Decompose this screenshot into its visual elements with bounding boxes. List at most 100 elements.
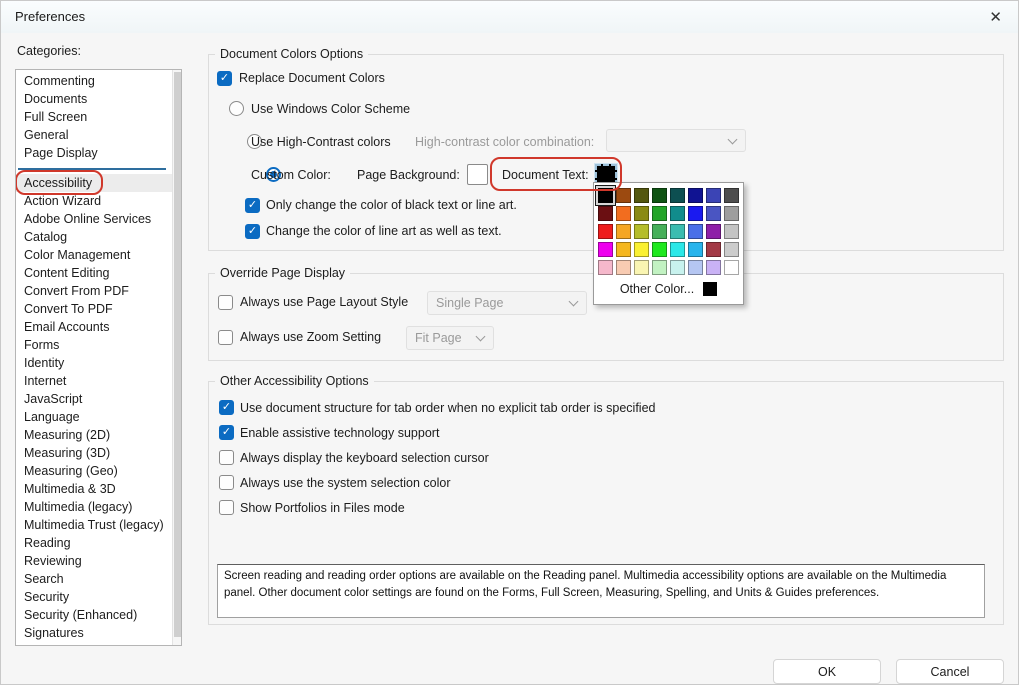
page-background-swatch[interactable] [467, 164, 488, 185]
use-high-contrast-label: Use High-Contrast colors [251, 134, 391, 150]
sidebar-item-measuring-2d[interactable]: Measuring (2D) [16, 426, 172, 444]
sidebar-item-accessibility[interactable]: Accessibility [16, 174, 172, 192]
color-swatch[interactable] [724, 242, 739, 257]
color-swatch[interactable] [688, 260, 703, 275]
sidebar-item-javascript[interactable]: JavaScript [16, 390, 172, 408]
scrollbar-thumb[interactable] [174, 72, 181, 637]
sidebar-item-content-editing[interactable]: Content Editing [16, 264, 172, 282]
color-swatch[interactable] [724, 206, 739, 221]
checkbox[interactable] [219, 475, 234, 490]
color-swatch[interactable] [670, 242, 685, 257]
page-layout-select[interactable]: Single Page [427, 291, 587, 315]
color-swatch[interactable] [598, 206, 613, 221]
sidebar-item-general[interactable]: General [16, 126, 172, 144]
checkbox[interactable] [219, 450, 234, 465]
checkbox[interactable] [219, 400, 234, 415]
page-layout-value: Single Page [436, 296, 503, 310]
color-swatch[interactable] [616, 206, 631, 221]
color-swatch[interactable] [706, 206, 721, 221]
close-icon[interactable]: ✕ [983, 6, 1008, 28]
option-row: Use document structure for tab order whe… [219, 400, 656, 415]
color-swatch[interactable] [706, 242, 721, 257]
color-swatch[interactable] [688, 224, 703, 239]
sidebar-item-commenting[interactable]: Commenting [16, 72, 172, 90]
color-swatch[interactable] [598, 260, 613, 275]
sidebar-item-forms[interactable]: Forms [16, 336, 172, 354]
sidebar-item-internet[interactable]: Internet [16, 372, 172, 390]
sidebar-item-multimedia-3d[interactable]: Multimedia & 3D [16, 480, 172, 498]
current-color-swatch [703, 282, 717, 296]
color-swatch[interactable] [688, 206, 703, 221]
color-swatch[interactable] [706, 224, 721, 239]
scrollbar[interactable] [172, 70, 181, 645]
color-swatch[interactable] [670, 188, 685, 203]
color-swatch[interactable] [616, 188, 631, 203]
sidebar-item-multimedia-trust-legacy[interactable]: Multimedia Trust (legacy) [16, 516, 172, 534]
sidebar-item-action-wizard[interactable]: Action Wizard [16, 192, 172, 210]
sidebar-item-search[interactable]: Search [16, 570, 172, 588]
color-swatch[interactable] [598, 224, 613, 239]
color-swatch[interactable] [634, 188, 649, 203]
custom-color-label: Custom Color: [251, 167, 331, 183]
checkbox[interactable] [219, 425, 234, 440]
sidebar-item-convert-to-pdf[interactable]: Convert To PDF [16, 300, 172, 318]
sidebar-item-multimedia-legacy[interactable]: Multimedia (legacy) [16, 498, 172, 516]
color-swatch[interactable] [670, 224, 685, 239]
checkbox[interactable] [219, 500, 234, 515]
color-swatch[interactable] [634, 242, 649, 257]
color-swatch[interactable] [616, 260, 631, 275]
color-swatch[interactable] [724, 224, 739, 239]
sidebar-item-signatures[interactable]: Signatures [16, 624, 172, 642]
cancel-button[interactable]: Cancel [896, 659, 1004, 684]
always-use-zoom-checkbox[interactable] [218, 330, 233, 345]
color-swatch[interactable] [634, 206, 649, 221]
sidebar-item-reviewing[interactable]: Reviewing [16, 552, 172, 570]
sidebar-item-email-accounts[interactable]: Email Accounts [16, 318, 172, 336]
color-swatch[interactable] [652, 242, 667, 257]
sidebar-item-measuring-3d[interactable]: Measuring (3D) [16, 444, 172, 462]
color-swatch[interactable] [652, 206, 667, 221]
sidebar-item-measuring-geo[interactable]: Measuring (Geo) [16, 462, 172, 480]
color-swatch[interactable] [670, 260, 685, 275]
use-windows-color-scheme-radio[interactable] [229, 101, 244, 116]
sidebar-item-full-screen[interactable]: Full Screen [16, 108, 172, 126]
use-windows-color-scheme-label: Use Windows Color Scheme [251, 101, 410, 117]
always-use-page-layout-checkbox[interactable] [218, 295, 233, 310]
other-color-row[interactable]: Other Color... [598, 278, 739, 300]
sidebar-item-security[interactable]: Security [16, 588, 172, 606]
only-change-black-checkbox[interactable] [245, 198, 260, 213]
other-color-label: Other Color... [620, 282, 694, 296]
color-swatch[interactable] [598, 242, 613, 257]
color-swatch[interactable] [652, 188, 667, 203]
sidebar-item-color-management[interactable]: Color Management [16, 246, 172, 264]
sidebar-item-identity[interactable]: Identity [16, 354, 172, 372]
sidebar-item-page-display[interactable]: Page Display [16, 144, 172, 162]
color-swatch[interactable] [652, 260, 667, 275]
color-swatch[interactable] [706, 188, 721, 203]
sidebar-item-documents[interactable]: Documents [16, 90, 172, 108]
color-swatch[interactable] [652, 224, 667, 239]
sidebar-item-security-enhanced[interactable]: Security (Enhanced) [16, 606, 172, 624]
color-swatch[interactable] [616, 242, 631, 257]
change-line-art-checkbox[interactable] [245, 224, 260, 239]
color-swatch[interactable] [724, 260, 739, 275]
color-swatch[interactable] [634, 260, 649, 275]
replace-document-colors-checkbox[interactable] [217, 71, 232, 86]
sidebar-item-language[interactable]: Language [16, 408, 172, 426]
sidebar-item-catalog[interactable]: Catalog [16, 228, 172, 246]
zoom-setting-select[interactable]: Fit Page [406, 326, 494, 350]
color-swatch[interactable] [616, 224, 631, 239]
color-swatch[interactable] [634, 224, 649, 239]
color-swatch[interactable] [706, 260, 721, 275]
color-swatch[interactable] [688, 188, 703, 203]
sidebar-item-reading[interactable]: Reading [16, 534, 172, 552]
color-swatch[interactable] [598, 188, 613, 203]
color-swatch[interactable] [688, 242, 703, 257]
color-swatch[interactable] [724, 188, 739, 203]
high-contrast-combination-select[interactable] [606, 129, 746, 152]
sidebar-item-convert-from-pdf[interactable]: Convert From PDF [16, 282, 172, 300]
group-title: Override Page Display [215, 266, 350, 280]
color-swatch[interactable] [670, 206, 685, 221]
sidebar-item-adobe-online-services[interactable]: Adobe Online Services [16, 210, 172, 228]
ok-button[interactable]: OK [773, 659, 881, 684]
